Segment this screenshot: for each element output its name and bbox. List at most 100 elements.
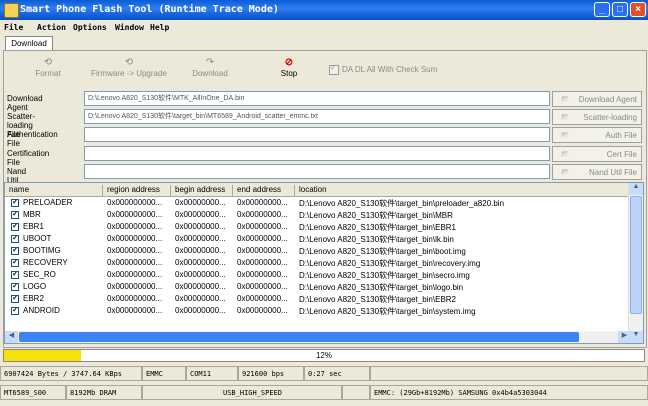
auth-file-label: Authentication File	[7, 130, 58, 148]
cell-location: D:\Lenovo A820_S130软件\target_bin\recover…	[299, 259, 481, 268]
status-emmc: EMMC: (29Gb+8192Mb) SAMSUNG 0x4b4a530304…	[370, 385, 648, 400]
table-row[interactable]: SEC_RO 0x000000000... 0x00000000... 0x00000…	[5, 269, 631, 281]
table-row[interactable]: LOGO 0x000000000... 0x00000000... 0x0000000…	[5, 281, 631, 293]
cell-region: 0x000000000...	[107, 222, 163, 231]
scatter-loading-button[interactable]: Scatter-loading	[552, 109, 642, 125]
table-row[interactable]: MBR 0x000000000... 0x00000000... 0x00000000…	[5, 209, 631, 221]
cell-end: 0x00000000...	[237, 222, 288, 231]
checkbox-icon	[329, 63, 339, 75]
cell-region: 0x000000000...	[107, 246, 163, 255]
cell-region: 0x000000000...	[107, 282, 163, 291]
column-header-location[interactable]: location	[295, 185, 631, 196]
cell-end: 0x00000000...	[237, 270, 288, 279]
cell-end: 0x00000000...	[237, 258, 288, 267]
menu-action[interactable]: Action	[37, 23, 66, 32]
status-bar-top: 6907424 Bytes / 3747.64 KBps EMMC COM11 …	[0, 366, 648, 382]
menu-window[interactable]: Window	[115, 23, 144, 32]
cell-name: SEC_RO	[23, 270, 56, 279]
cell-end: 0x00000000...	[237, 234, 288, 243]
cell-name: UBOOT	[23, 234, 52, 243]
menu-options[interactable]: Options	[73, 23, 107, 32]
cell-name: PRELOADER	[23, 198, 73, 207]
column-header-region[interactable]: region address	[103, 185, 171, 196]
table-row[interactable]: EBR2 0x000000000... 0x00000000... 0x0000000…	[5, 293, 631, 305]
download-label: Download	[192, 69, 228, 78]
cell-region: 0x000000000...	[107, 306, 163, 315]
cell-location: D:\Lenovo A820_S130软件\target_bin\MBR	[299, 211, 453, 220]
cert-file-input[interactable]	[84, 146, 550, 161]
cell-begin: 0x00000000...	[175, 294, 226, 303]
nand-util-button[interactable]: Nand Util File	[552, 164, 642, 180]
cell-region: 0x000000000...	[107, 210, 163, 219]
scroll-thumb[interactable]	[630, 196, 642, 314]
menu-bar: File Action Options Window Help	[0, 21, 648, 35]
stop-button[interactable]: ⊘ Stop	[274, 57, 304, 78]
hscroll-thumb[interactable]	[19, 332, 579, 342]
scroll-right-icon[interactable]: ▶	[618, 331, 631, 343]
row-checkbox[interactable]	[11, 283, 19, 291]
column-header-begin[interactable]: begin address	[171, 185, 233, 196]
menu-file[interactable]: File	[4, 23, 23, 32]
row-checkbox[interactable]	[11, 235, 19, 243]
firmware-upgrade-label: Firmware -> Upgrade	[91, 69, 167, 78]
cell-end: 0x00000000...	[237, 282, 288, 291]
cell-begin: 0x00000000...	[175, 258, 226, 267]
row-checkbox[interactable]	[11, 223, 19, 231]
status-baud: 921600 bps	[238, 366, 304, 381]
cell-begin: 0x00000000...	[175, 246, 226, 255]
table-row[interactable]: BOOTIMG 0x000000000... 0x00000000... 0x0000…	[5, 245, 631, 257]
cell-location: D:\Lenovo A820_S130软件\target_bin\system.…	[299, 307, 476, 316]
table-row[interactable]: UBOOT 0x000000000... 0x00000000... 0x000000…	[5, 233, 631, 245]
format-icon: ⟲	[43, 57, 53, 68]
cell-location: D:\Lenovo A820_S130软件\target_bin\EBR1	[299, 223, 456, 232]
row-checkbox[interactable]	[11, 307, 19, 315]
cell-end: 0x00000000...	[237, 306, 288, 315]
nand-util-input[interactable]	[84, 164, 550, 179]
column-header-end[interactable]: end address	[233, 185, 295, 196]
cell-region: 0x000000000...	[107, 294, 163, 303]
cell-name: EBR1	[23, 222, 44, 231]
title-bar[interactable]: Smart Phone Flash Tool (Runtime Trace Mo…	[0, 0, 648, 20]
app-icon	[4, 3, 19, 18]
menu-help[interactable]: Help	[150, 23, 169, 32]
vertical-scrollbar[interactable]: ▲ ▼	[628, 183, 643, 343]
status-usb-speed: USB_HIGH_SPEED	[142, 385, 342, 400]
scatter-loading-input[interactable]: D:\Lenovo A820_S130软件\target_bin\MT6589_…	[84, 109, 550, 124]
scroll-left-icon[interactable]: ◀	[5, 331, 18, 343]
row-checkbox[interactable]	[11, 199, 19, 207]
column-header-name[interactable]: name	[5, 185, 103, 196]
table-row[interactable]: PRELOADER 0x000000000... 0x00000000... 0x00…	[5, 197, 631, 209]
cell-location: D:\Lenovo A820_S130软件\target_bin\lk.bin	[299, 235, 454, 244]
download-icon: ↷	[205, 57, 215, 68]
download-agent-input[interactable]: D:\Lenovo A820_S130软件\MTK_AllInOne_DA.bi…	[84, 91, 550, 106]
cell-name: MBR	[23, 210, 41, 219]
maximize-button[interactable]: □	[612, 2, 628, 17]
cell-begin: 0x00000000...	[175, 234, 226, 243]
close-button[interactable]: ×	[630, 2, 646, 17]
cell-begin: 0x00000000...	[175, 306, 226, 315]
scroll-down-icon[interactable]: ▼	[629, 331, 643, 343]
status-blank	[342, 385, 370, 400]
table-row[interactable]: ANDROID 0x000000000... 0x00000000... 0x0000…	[5, 305, 631, 317]
cell-location: D:\Lenovo A820_S130软件\target_bin\preload…	[299, 199, 505, 208]
download-agent-button[interactable]: Download Agent	[552, 91, 642, 107]
status-chip: MT6589_S00	[0, 385, 66, 400]
window-title: Smart Phone Flash Tool (Runtime Trace Mo…	[20, 4, 279, 15]
row-checkbox[interactable]	[11, 247, 19, 255]
scroll-up-icon[interactable]: ▲	[629, 183, 643, 195]
auth-file-input[interactable]	[84, 127, 550, 142]
table-row[interactable]: EBR1 0x000000000... 0x00000000... 0x0000000…	[5, 221, 631, 233]
row-checkbox[interactable]	[11, 295, 19, 303]
download-agent-label: Download Agent	[7, 94, 43, 112]
table-row[interactable]: RECOVERY 0x000000000... 0x00000000... 0x000…	[5, 257, 631, 269]
auth-file-button[interactable]: Auth File	[552, 127, 642, 143]
horizontal-scrollbar[interactable]: ◀ ▶	[5, 331, 631, 343]
cell-name: BOOTIMG	[23, 246, 61, 255]
row-checkbox[interactable]	[11, 271, 19, 279]
tab-download[interactable]: Download	[5, 36, 53, 51]
cert-file-button[interactable]: Cert File	[552, 146, 642, 162]
minimize-button[interactable]: _	[594, 2, 610, 17]
row-checkbox[interactable]	[11, 211, 19, 219]
format-label: Format	[35, 69, 61, 78]
row-checkbox[interactable]	[11, 259, 19, 267]
